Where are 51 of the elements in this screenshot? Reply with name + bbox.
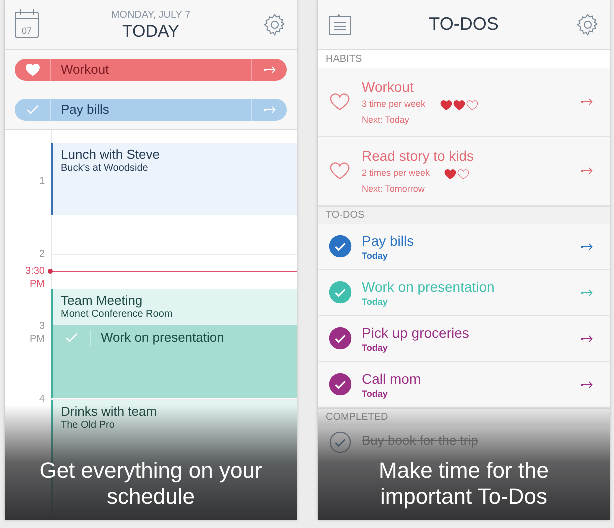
date-label: MONDAY, JULY 7 (111, 10, 191, 22)
checkbox[interactable] (328, 431, 352, 454)
habit-frequency: 3 time per week (362, 98, 426, 112)
checkbox[interactable] (328, 235, 352, 258)
settings-icon[interactable] (576, 12, 600, 36)
hour-label: 2 (38, 248, 45, 261)
heart-icon (329, 160, 351, 182)
habit-frequency: 2 times per week (362, 167, 430, 180)
todo-due: Today (362, 388, 389, 400)
hour-label: PM (29, 278, 45, 291)
todo-title: Work on presentation (362, 278, 496, 296)
checkbox[interactable] (328, 281, 352, 304)
habit-bar[interactable]: Workout (15, 59, 287, 81)
completed-title: Buy book for the trip (362, 432, 478, 450)
calendar-icon[interactable]: 07 (15, 12, 39, 38)
habit-next: Next: Today (362, 114, 410, 126)
todo-due: Today (362, 250, 389, 262)
caption-text: Make time for the important To-Dos (378, 458, 550, 510)
event-location: Buck's at Woodside (61, 163, 150, 175)
todo-due: Today (362, 296, 389, 308)
section-header: TO-DOS (318, 206, 610, 224)
hour-label: 3 (38, 320, 45, 333)
todo-due: Today (362, 342, 389, 354)
habit-title: Read story to kids (362, 147, 476, 166)
heart-icon (24, 62, 40, 78)
event-title: Lunch with Steve (61, 146, 162, 163)
settings-icon[interactable] (262, 12, 287, 36)
hour-label: 1 (38, 175, 45, 188)
todo-title: Pay bills (362, 232, 416, 250)
section-header: HABITS (318, 50, 610, 68)
event-location: Monet Conference Room (61, 309, 174, 321)
screen-title: TODAY (122, 22, 180, 42)
event-title: Drinks with team (61, 403, 158, 420)
todo-title: Pick up groceries (362, 324, 470, 342)
habit-next: Next: Tomorrow (362, 182, 426, 195)
todo-title: Call mom (362, 370, 422, 388)
caption-text: Get everything on your schedule (38, 458, 264, 510)
hour-label: 3:30 (24, 265, 45, 278)
checkbox[interactable] (328, 327, 352, 350)
event-title: Team Meeting (61, 292, 144, 309)
checkbox[interactable] (328, 373, 352, 396)
event-location: The Old Pro (61, 420, 116, 432)
list-icon[interactable] (328, 12, 352, 38)
hour-label: PM (29, 333, 45, 346)
heart-icon (329, 91, 351, 113)
screen-title: TO-DOS (429, 13, 499, 36)
section-header: COMPLETED (318, 408, 610, 426)
todo-bar[interactable]: Pay bills (15, 99, 287, 121)
habit-title: Workout (362, 78, 415, 96)
hour-label: 4 (38, 393, 45, 406)
event-title: Work on presentation (101, 329, 224, 347)
